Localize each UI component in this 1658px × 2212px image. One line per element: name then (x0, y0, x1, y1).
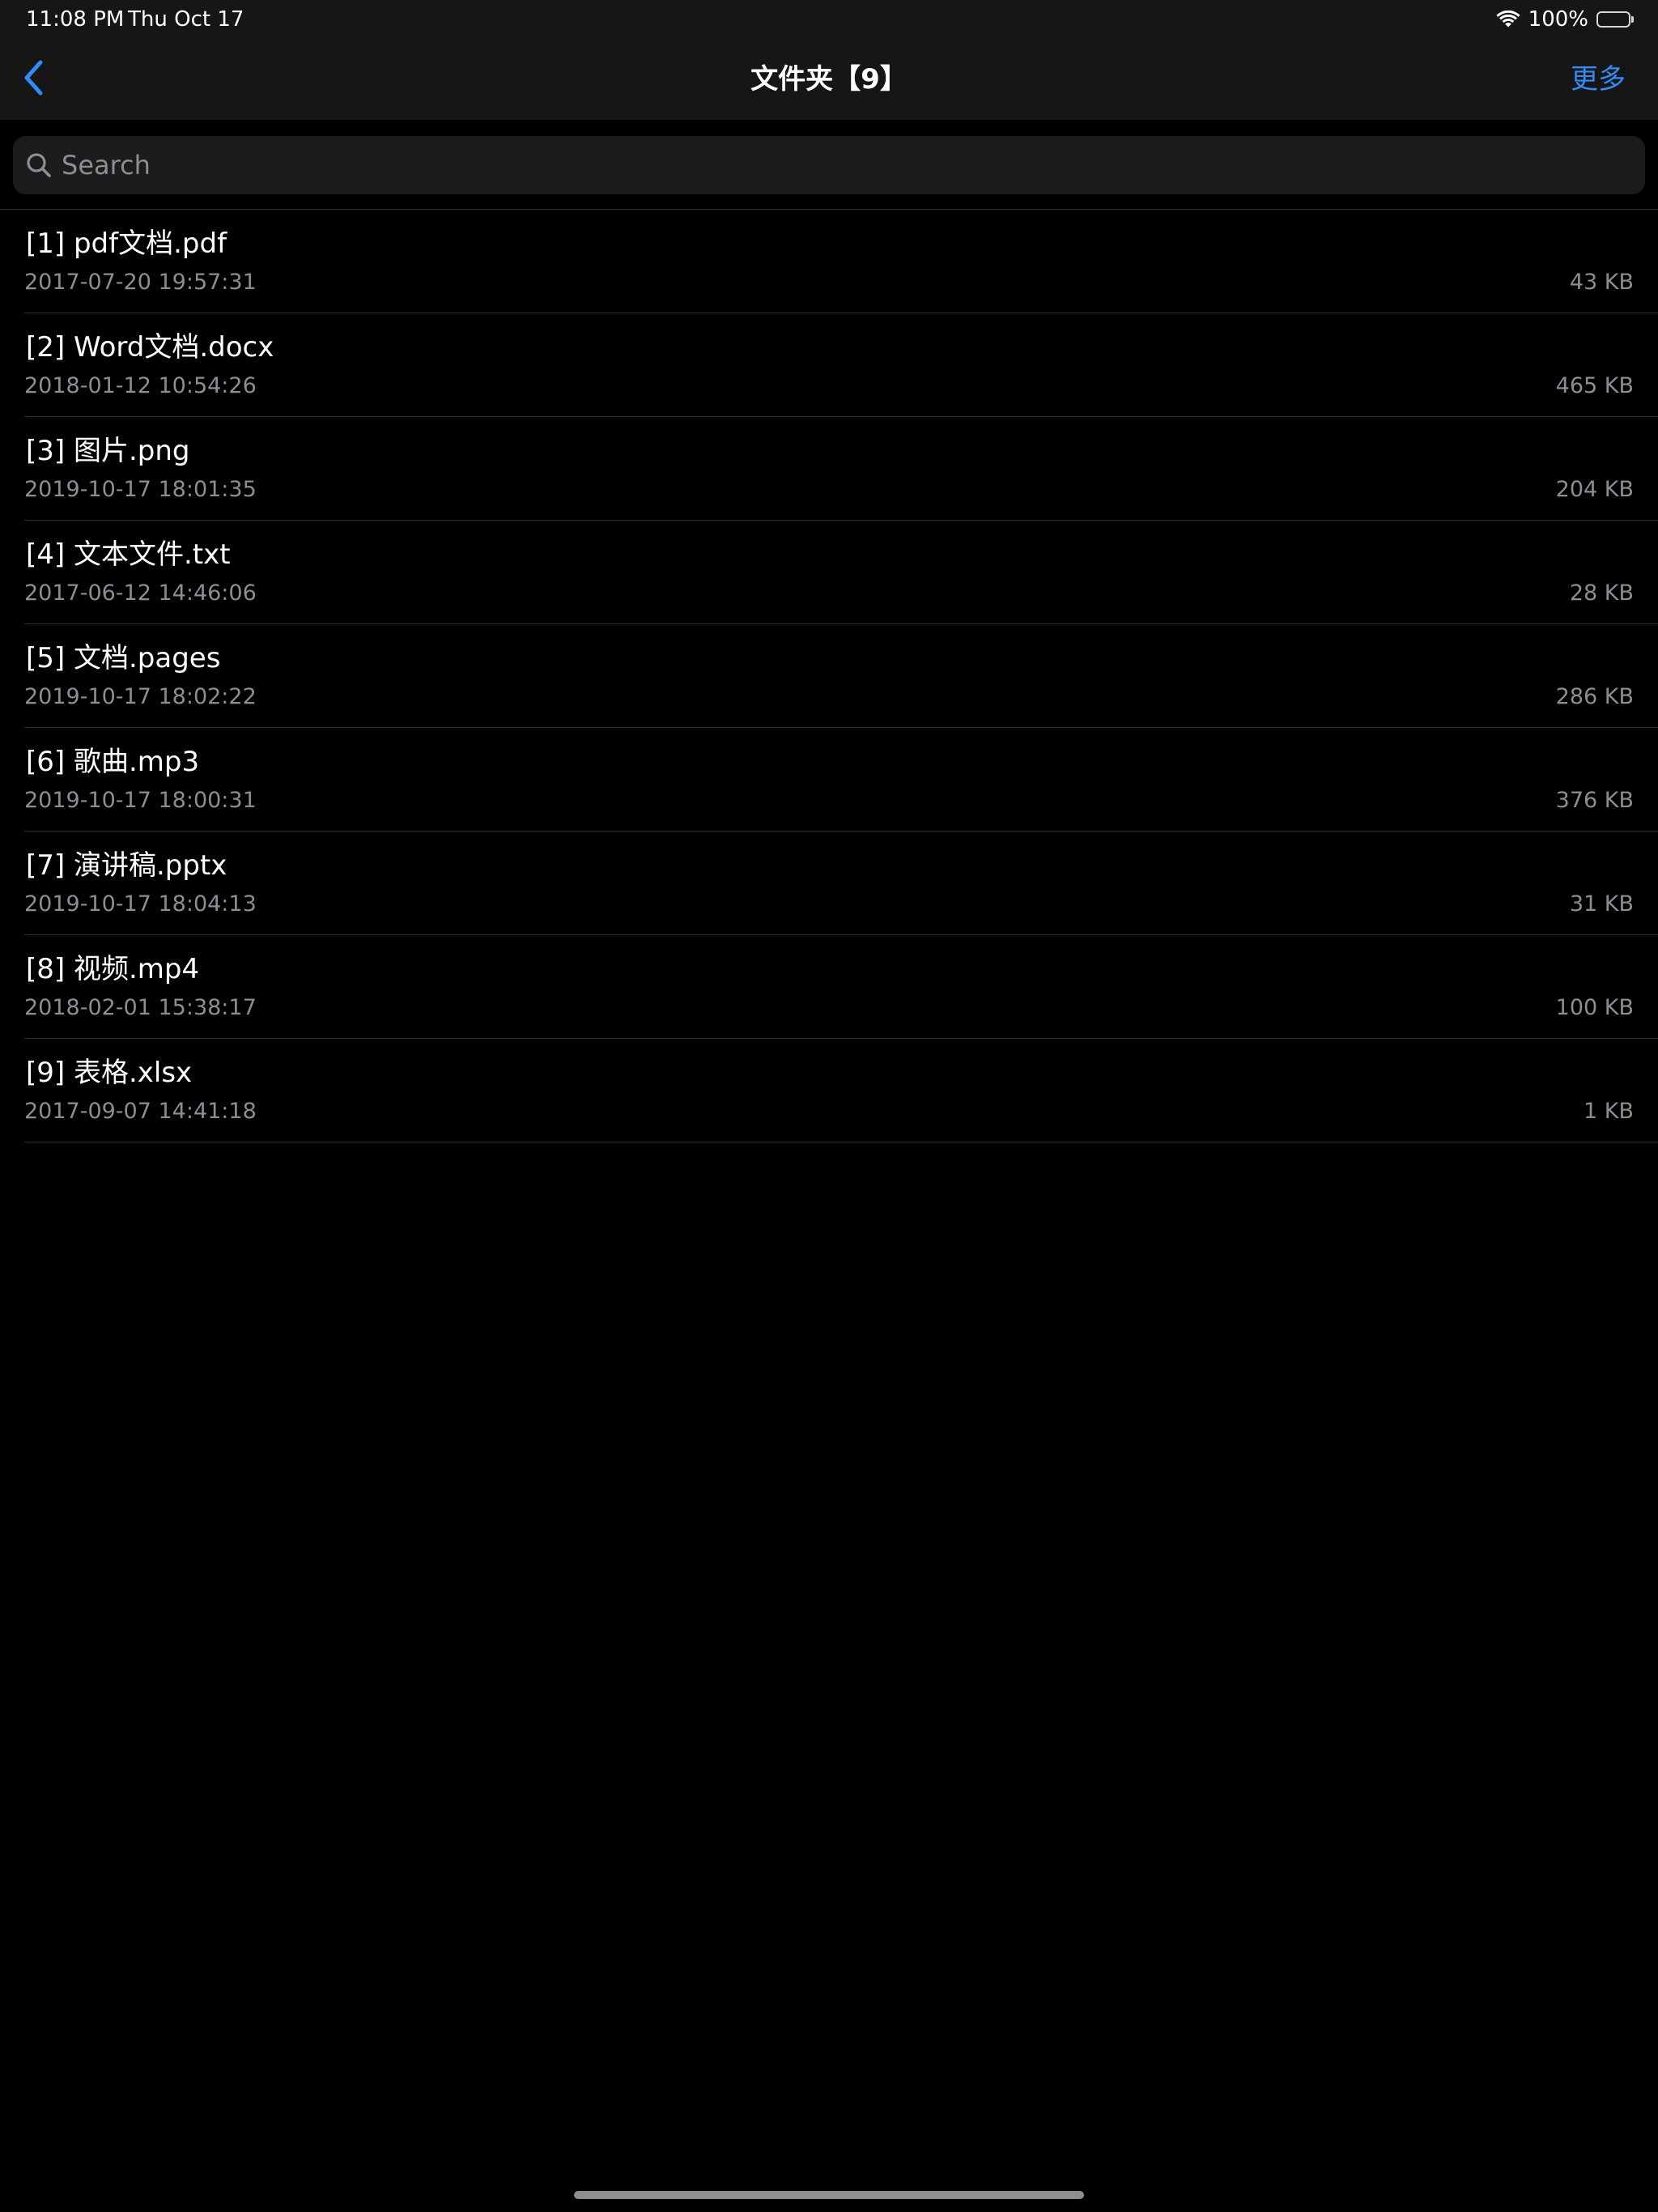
file-size: 31 KB (1569, 891, 1634, 917)
file-row[interactable]: [6] 歌曲.mp3 2019-10-17 18:00:31 376 KB (24, 728, 1658, 832)
file-date: 2019-10-17 18:00:31 (24, 788, 257, 813)
status-time: 11:08 PM (26, 7, 125, 32)
file-date: 2017-07-20 19:57:31 (24, 270, 257, 295)
file-name: [1] pdf文档.pdf (26, 228, 227, 260)
file-date: 2018-02-01 15:38:17 (24, 995, 257, 1020)
file-date: 2017-09-07 14:41:18 (24, 1099, 257, 1124)
page-title: 文件夹【9】 (750, 63, 908, 96)
file-size: 43 KB (1569, 270, 1634, 295)
file-row[interactable]: [4] 文本文件.txt 2017-06-12 14:46:06 28 KB (24, 521, 1658, 624)
file-name: [8] 视频.mp4 (26, 953, 200, 985)
file-size: 28 KB (1569, 581, 1634, 606)
home-indicator[interactable] (574, 2191, 1084, 2199)
status-date: Thu Oct 17 (128, 7, 244, 32)
status-bar: 11:08 PM Thu Oct 17 100% (0, 0, 1658, 39)
file-date: 2019-10-17 18:04:13 (24, 891, 257, 917)
file-size: 204 KB (1555, 477, 1634, 502)
battery-icon (1596, 11, 1634, 28)
file-row[interactable]: [8] 视频.mp4 2018-02-01 15:38:17 100 KB (24, 935, 1658, 1039)
file-name: [4] 文本文件.txt (26, 538, 231, 571)
file-size: 286 KB (1555, 684, 1634, 709)
file-name: [9] 表格.xlsx (26, 1057, 193, 1089)
search-icon (24, 151, 53, 180)
search-bar[interactable] (13, 136, 1645, 194)
file-row[interactable]: [1] pdf文档.pdf 2017-07-20 19:57:31 43 KB (24, 210, 1658, 313)
file-name: [2] Word文档.docx (26, 331, 274, 364)
search-area (0, 120, 1658, 209)
file-size: 376 KB (1555, 788, 1634, 813)
file-name: [6] 歌曲.mp3 (26, 746, 200, 778)
file-name: [3] 图片.png (26, 435, 190, 467)
search-input[interactable] (62, 141, 1645, 189)
file-row[interactable]: [5] 文档.pages 2019-10-17 18:02:22 286 KB (24, 624, 1658, 728)
file-date: 2019-10-17 18:02:22 (24, 684, 257, 709)
status-indicators: 100% (1496, 6, 1634, 32)
file-name: [5] 文档.pages (26, 642, 221, 674)
file-row[interactable]: [7] 演讲稿.pptx 2019-10-17 18:04:13 31 KB (24, 832, 1658, 935)
file-name: [7] 演讲稿.pptx (26, 849, 227, 882)
file-date: 2018-01-12 10:54:26 (24, 373, 257, 398)
file-size: 1 KB (1584, 1099, 1634, 1124)
more-button[interactable]: 更多 (1571, 58, 1626, 100)
wifi-icon (1496, 11, 1520, 28)
file-row[interactable]: [2] Word文档.docx 2018-01-12 10:54:26 465 … (24, 313, 1658, 417)
file-row[interactable]: [3] 图片.png 2019-10-17 18:01:35 204 KB (24, 417, 1658, 521)
file-size: 100 KB (1555, 995, 1634, 1020)
file-list: [1] pdf文档.pdf 2017-07-20 19:57:31 43 KB … (0, 210, 1658, 1142)
file-size: 465 KB (1555, 373, 1634, 398)
file-date: 2019-10-17 18:01:35 (24, 477, 257, 502)
file-row[interactable]: [9] 表格.xlsx 2017-09-07 14:41:18 1 KB (24, 1039, 1658, 1142)
battery-percentage: 100% (1528, 7, 1588, 32)
file-date: 2017-06-12 14:46:06 (24, 581, 257, 606)
navigation-bar: 文件夹【9】 更多 (0, 39, 1658, 120)
